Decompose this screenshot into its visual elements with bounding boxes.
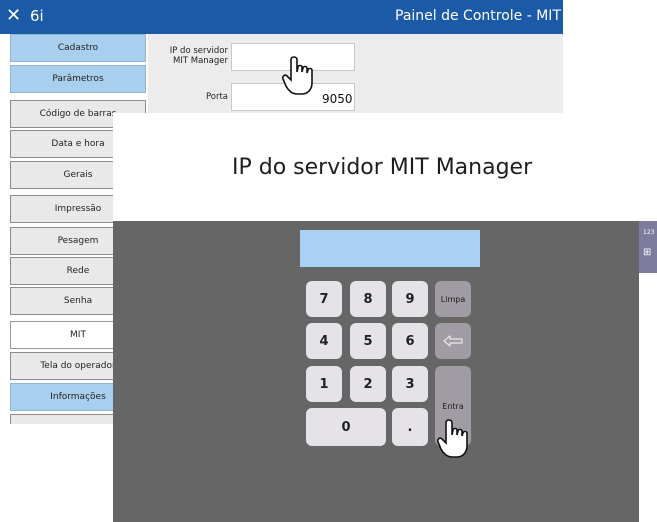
hand-cursor-icon [437, 419, 468, 458]
keypad-display[interactable] [300, 230, 480, 267]
key-8[interactable]: 8 [350, 281, 386, 317]
clear-button[interactable]: Limpa [435, 281, 471, 317]
keypad-prompt: IP do servidor MIT Manager [232, 155, 533, 180]
key-0[interactable]: 0 [306, 408, 386, 446]
sidebar-item-parametros[interactable]: Parâmetros [10, 65, 146, 93]
title-bar: ✕ 6i Painel de Controle - MIT [0, 0, 563, 34]
numeric-mode-label: 123 [643, 229, 655, 236]
hand-cursor-icon [282, 56, 313, 95]
key-4[interactable]: 4 [306, 323, 342, 359]
key-2[interactable]: 2 [350, 366, 386, 402]
sidebar-item-cadastro[interactable]: Cadastro [10, 34, 146, 62]
key-6[interactable]: 6 [392, 323, 428, 359]
key-7[interactable]: 7 [306, 281, 342, 317]
key-5[interactable]: 5 [350, 323, 386, 359]
backspace-button[interactable] [435, 323, 471, 359]
key-3[interactable]: 3 [392, 366, 428, 402]
app-name: 6i [30, 7, 44, 25]
key-1[interactable]: 1 [306, 366, 342, 402]
arrow-left-outline-icon [443, 335, 463, 347]
close-icon[interactable]: ✕ [6, 5, 21, 27]
key-9[interactable]: 9 [392, 281, 428, 317]
window-title: Painel de Controle - MIT [395, 8, 561, 24]
keyboard-toggle-tab[interactable]: 123 ⊞ [639, 221, 657, 273]
port-label: Porta [205, 92, 228, 102]
keyboard-icon: ⊞ [643, 247, 652, 258]
server-ip-label: IP do servidor MIT Manager [169, 46, 228, 66]
key-dot[interactable]: . [392, 408, 428, 446]
